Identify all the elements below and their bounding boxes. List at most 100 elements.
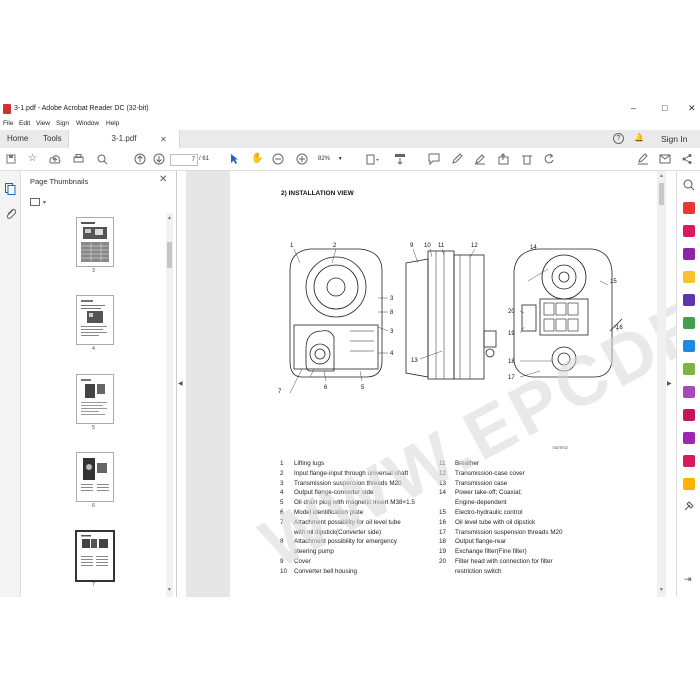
request-esign-icon[interactable] [683, 478, 695, 490]
menu-file[interactable]: File [3, 120, 13, 127]
highlight-pen-icon[interactable] [451, 153, 463, 165]
scroll-down-icon[interactable]: ▼ [167, 587, 172, 593]
fill-sign-icon[interactable] [637, 153, 649, 165]
save-icon[interactable] [6, 154, 16, 164]
callout-label: 2 [333, 243, 337, 249]
edit-pdf-icon[interactable] [683, 225, 695, 237]
maximize-button[interactable]: □ [662, 103, 667, 113]
bookmark-star-icon[interactable]: ☆ [28, 152, 37, 166]
share-icon[interactable] [498, 153, 510, 165]
callout-label: 9 [410, 243, 414, 249]
delete-icon[interactable] [521, 153, 533, 165]
legend-item: 14 Power take-off; Coaxial; [439, 489, 522, 497]
panel-close-icon[interactable]: ✕ [159, 174, 167, 185]
export-pdf-icon[interactable] [683, 248, 695, 260]
legend-item: with oil dipstick(Converter side) [294, 528, 382, 536]
legend-item: 19 Exchange filter(Fine filter) [439, 548, 527, 556]
print-icon[interactable] [73, 154, 84, 164]
protect-icon[interactable] [683, 409, 695, 421]
menu-help[interactable]: Help [106, 120, 119, 127]
legend-item: 4 Output flange-converter side [280, 489, 374, 497]
menu-edit[interactable]: Edit [19, 120, 30, 127]
menu-sign[interactable]: Sign [56, 120, 69, 127]
callout-label: 3 [390, 329, 394, 335]
callout-label: 3 [390, 296, 394, 302]
panel-title: Page Thumbnails [30, 177, 89, 186]
callout-label: 20 [508, 309, 515, 315]
window-title: 3-1.pdf - Adobe Acrobat Reader DC (32-bi… [14, 105, 149, 112]
upload-cloud-icon[interactable] [49, 154, 61, 164]
legend-item: 7 Attachment possibility for oil level tu… [280, 518, 401, 526]
minimize-button[interactable]: – [631, 103, 636, 113]
scroll-down-icon[interactable]: ▼ [659, 587, 664, 593]
page-down-icon[interactable] [153, 153, 165, 165]
tab-tools[interactable]: Tools [43, 130, 62, 148]
select-cursor-icon[interactable] [229, 153, 239, 165]
combine-files-icon[interactable] [683, 294, 695, 306]
page-up-icon[interactable] [134, 153, 146, 165]
collapse-left-panel-icon[interactable]: ◀ [178, 380, 183, 387]
zoom-search-icon[interactable] [97, 154, 108, 165]
callout-label: 11 [438, 243, 445, 249]
hand-tool-icon[interactable]: ✋ [251, 152, 263, 166]
organize-pages-icon[interactable] [683, 317, 695, 329]
scrollbar-thumb[interactable] [167, 242, 172, 268]
more-tools-icon[interactable] [683, 500, 695, 512]
scrollbar-thumb[interactable] [659, 183, 664, 205]
thumbnail-page[interactable] [76, 217, 114, 267]
collapse-right-panel-icon[interactable]: ▶ [667, 380, 672, 387]
thumbnail-page-selected[interactable] [75, 530, 115, 582]
thumbnail-page[interactable] [76, 452, 114, 502]
figure-code: 74079T02 [552, 446, 568, 450]
thumbnail-page[interactable] [76, 374, 114, 424]
page-display-icon[interactable] [366, 153, 380, 165]
close-window-button[interactable]: ✕ [688, 103, 696, 114]
pdf-app-icon [3, 104, 11, 114]
expand-pane-icon[interactable]: ⇥ [684, 574, 692, 585]
thumbnail-page[interactable] [76, 295, 114, 345]
tab-home[interactable]: Home [7, 130, 28, 148]
scroll-up-icon[interactable]: ▲ [167, 215, 172, 221]
zoom-out-icon[interactable] [272, 153, 284, 165]
installation-view-drawing: 1 2 3 8 3 4 5 6 7 9 10 11 12 13 14 15 16 [278, 243, 623, 395]
tab-close-icon[interactable]: ✕ [160, 135, 167, 144]
page-thumbnails-icon[interactable] [5, 183, 16, 195]
compress-pdf-icon[interactable] [683, 340, 695, 352]
menu-window[interactable]: Window [76, 120, 99, 127]
send-email-icon[interactable] [659, 153, 671, 165]
document-scrollbar[interactable]: ▲ ▼ [657, 171, 666, 597]
page-number-input[interactable]: 7 [170, 154, 198, 166]
bell-icon[interactable]: 🔔 [634, 133, 644, 142]
menu-view[interactable]: View [36, 120, 50, 127]
scroll-mode-icon[interactable] [394, 153, 406, 165]
sign-in-link[interactable]: Sign In [661, 134, 687, 144]
comment-tool-icon[interactable] [683, 271, 695, 283]
thumbnail-options-button[interactable]: ▼ [30, 198, 54, 208]
callout-label: 7 [278, 389, 282, 395]
scroll-up-icon[interactable]: ▲ [659, 173, 664, 179]
help-icon[interactable]: ? [613, 133, 624, 144]
legend-item: 16 Oil level tube with oil dipstick [439, 518, 536, 526]
rotate-icon[interactable] [543, 153, 555, 165]
send-for-signature-icon[interactable] [683, 432, 695, 444]
sign-pen-icon[interactable] [474, 153, 486, 165]
share-link-icon[interactable] [681, 153, 693, 165]
legend-item: 15 Electro-hydraulic control [439, 508, 523, 516]
scan-ocr-icon[interactable] [683, 363, 695, 375]
thumbnail-image [81, 222, 109, 262]
prepare-form-icon[interactable] [683, 455, 695, 467]
legend-item: 20 Filter head with connection for filter [439, 557, 553, 565]
legend-item: 2 Input flange-input through universal sh… [280, 469, 409, 477]
attachment-icon[interactable] [5, 207, 16, 219]
chevron-down-icon: ▼ [337, 156, 343, 162]
create-pdf-icon[interactable] [683, 202, 695, 214]
fill-sign-tool-icon[interactable] [683, 386, 695, 398]
thumbnail-size-icon [30, 198, 40, 206]
comment-icon[interactable] [428, 153, 440, 165]
thumbnail-page-number: 6 [92, 503, 95, 509]
search-zoom-icon[interactable] [683, 179, 695, 191]
zoom-in-icon[interactable] [296, 153, 308, 165]
thumbnail-page-number: 4 [92, 346, 95, 352]
zoom-level-select[interactable]: 82% ▼ [318, 154, 352, 164]
thumbnail-scrollbar[interactable]: ▲ ▼ [166, 213, 173, 597]
